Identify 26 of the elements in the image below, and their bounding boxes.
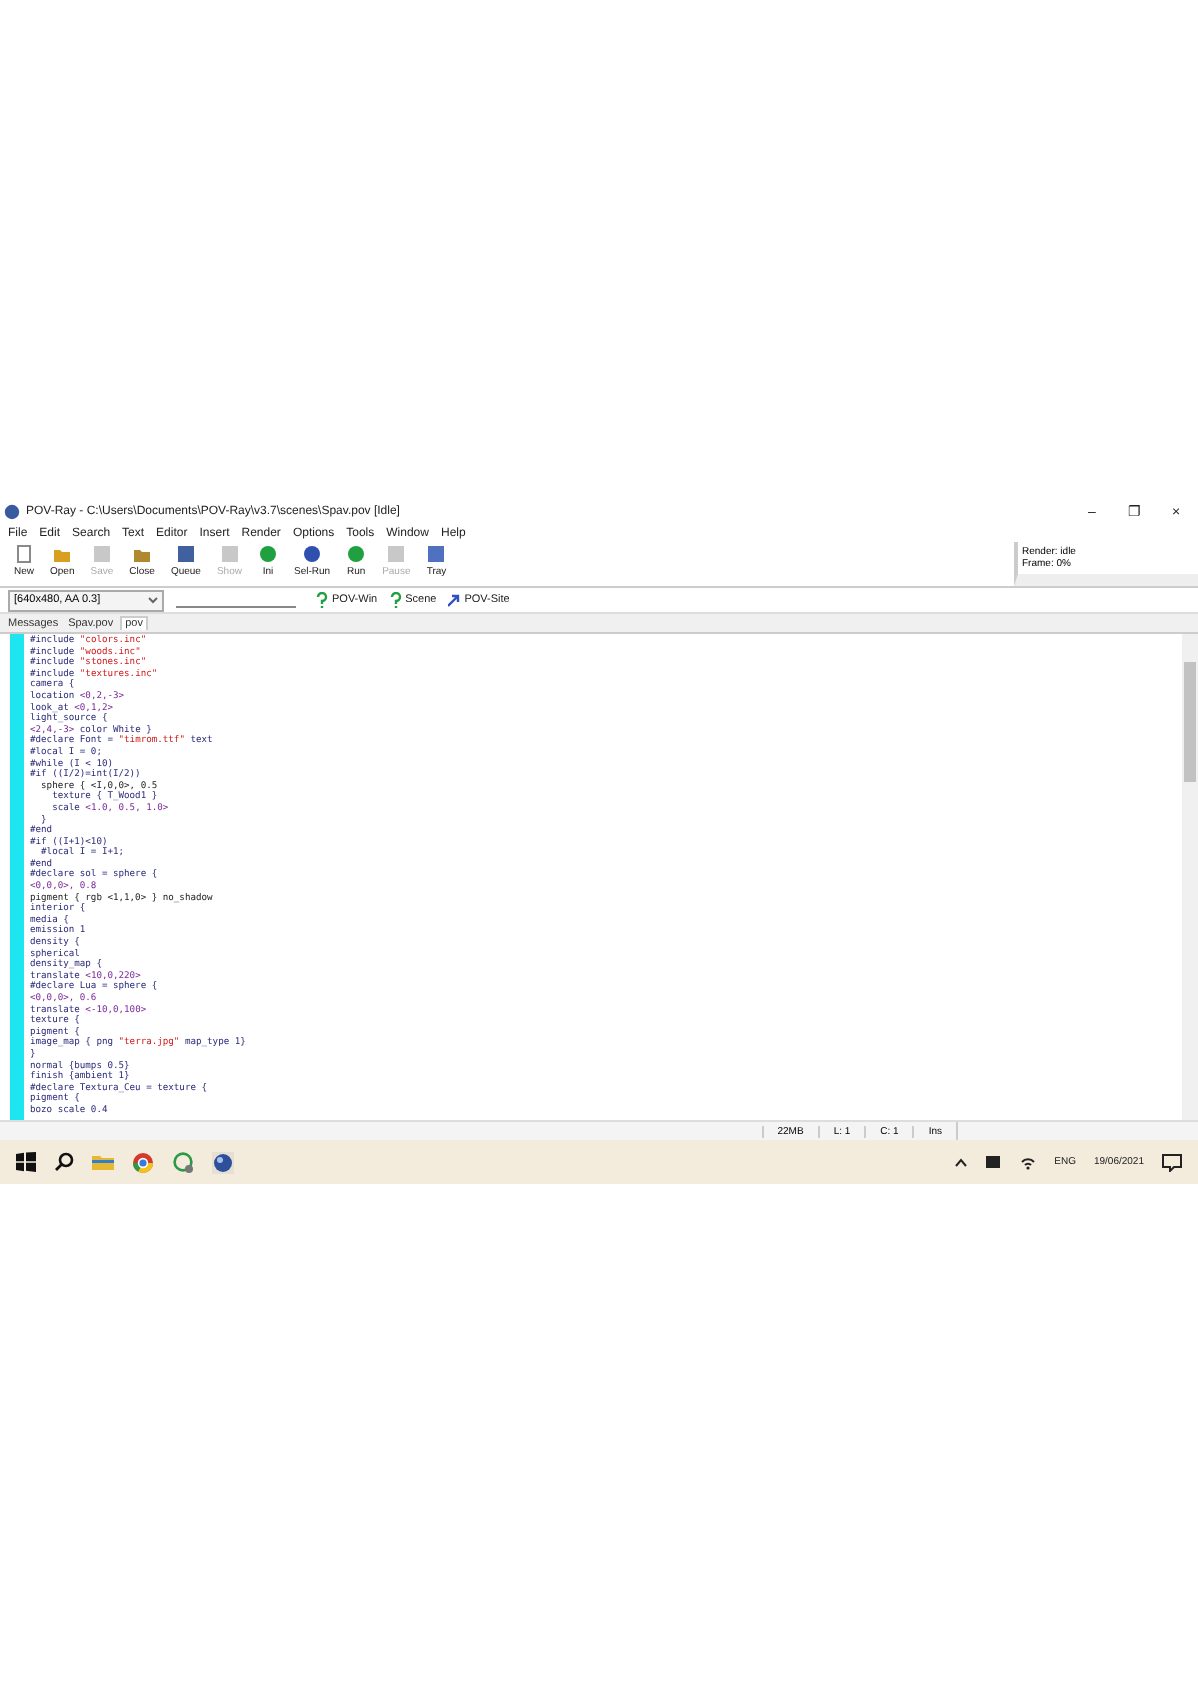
tool-icon bbox=[91, 544, 112, 564]
tool-icon bbox=[426, 544, 447, 564]
question-icon bbox=[389, 592, 402, 608]
chat-icon[interactable] bbox=[172, 1151, 194, 1173]
folder-icon bbox=[52, 544, 73, 564]
question-icon bbox=[316, 592, 328, 608]
arrow-icon bbox=[448, 592, 461, 608]
notification-icon[interactable] bbox=[1162, 1153, 1182, 1171]
scrollbar[interactable] bbox=[1182, 634, 1198, 1120]
tool-icon bbox=[175, 544, 196, 564]
document-icon bbox=[14, 544, 34, 564]
tool-icon bbox=[302, 544, 323, 564]
tool-icon bbox=[386, 544, 407, 564]
windows-icon[interactable] bbox=[16, 1152, 36, 1172]
tool-icon bbox=[346, 544, 367, 564]
search-icon[interactable] bbox=[54, 1152, 74, 1172]
folder-icon[interactable] bbox=[92, 1152, 114, 1172]
tool-icon bbox=[257, 544, 278, 564]
chevron-icon[interactable] bbox=[954, 1157, 969, 1167]
tool-icon bbox=[219, 544, 240, 564]
browser-icon[interactable] bbox=[132, 1151, 154, 1173]
sphere-icon[interactable] bbox=[212, 1151, 234, 1173]
caret-icon bbox=[148, 596, 158, 604]
sphere-icon bbox=[4, 504, 20, 520]
folder-icon bbox=[132, 544, 153, 564]
wifi-icon[interactable] bbox=[1020, 1155, 1037, 1169]
